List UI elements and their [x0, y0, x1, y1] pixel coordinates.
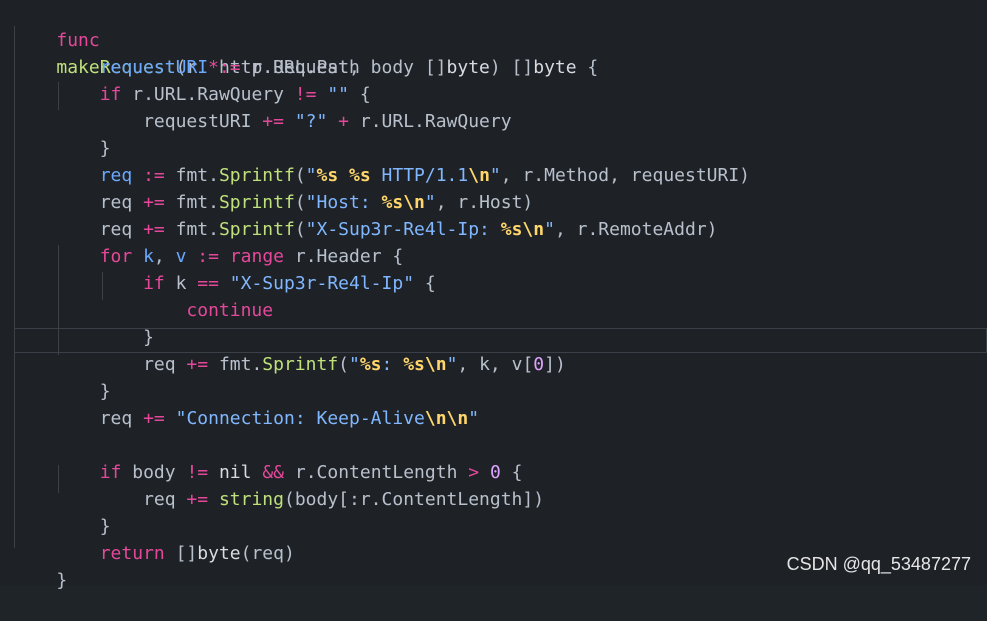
code-line[interactable]: }	[13, 351, 111, 402]
token: +=	[262, 111, 284, 132]
code-line[interactable]: req += fmt.Sprintf("Host: %s\n", r.Host)	[13, 162, 534, 213]
token: +=	[186, 354, 209, 375]
code-line[interactable]: req := fmt.Sprintf("%s %s HTTP/1.1\n", r…	[13, 135, 750, 186]
token: (	[338, 354, 349, 375]
token: "Connection: Keep-Alive	[175, 408, 425, 429]
token: "	[544, 219, 555, 240]
code-editor[interactable]: func makeRequest(r *http.Request, body […	[0, 0, 987, 591]
token: 0	[533, 354, 545, 375]
code-line[interactable]: req += string(body[:r.ContentLength])	[13, 459, 544, 510]
token: r.URL.RawQuery	[349, 111, 512, 132]
token: }	[56, 570, 68, 591]
token: , r.RemoteAddr)	[554, 219, 718, 240]
token: requestURI	[143, 111, 263, 132]
code-line[interactable]: req += fmt.Sprintf("X-Sup3r-Re4l-Ip: %s\…	[13, 189, 718, 240]
code-line[interactable]: req += fmt.Sprintf("%s: %s\n", k, v[0])	[13, 324, 566, 375]
code-line[interactable]: continue	[13, 270, 273, 321]
token: "	[446, 354, 458, 375]
code-line[interactable]: }	[13, 540, 67, 591]
watermark: CSDN @qq_53487277	[786, 554, 971, 574]
code-line[interactable]: for k, v := range r.Header {	[13, 216, 404, 267]
token: "	[468, 408, 480, 429]
token: +=	[143, 408, 165, 429]
token: \n\n	[424, 408, 469, 429]
token: fmt.	[208, 354, 263, 375]
token: req	[143, 489, 187, 510]
token: +=	[186, 489, 209, 510]
code-line[interactable]: requestURI += "?" + r.URL.RawQuery	[13, 81, 512, 132]
code-line[interactable]: }	[13, 486, 111, 537]
code-line[interactable]: if k == "X-Sup3r-Re4l-Ip" {	[13, 243, 436, 294]
token: , r.Method, requestURI)	[500, 165, 751, 186]
code-line[interactable]	[13, 405, 24, 432]
code-line[interactable]: requestURI := r.URL.Path	[13, 27, 360, 78]
token: %s	[359, 354, 382, 375]
token: byte	[446, 57, 490, 78]
token: []	[164, 543, 198, 564]
token: ) []	[489, 57, 534, 78]
token: %s\n	[500, 219, 545, 240]
token: return	[99, 543, 165, 564]
token: {	[576, 57, 599, 78]
code-line[interactable]: }	[13, 297, 154, 348]
token: "?"	[294, 111, 328, 132]
token: %s\n	[403, 354, 447, 375]
token: req	[99, 408, 144, 429]
token: , k, v[	[457, 354, 534, 375]
code-line[interactable]: return []byte(req)	[13, 513, 295, 564]
token: req	[143, 354, 187, 375]
code-line[interactable]: if r.URL.RawQuery != "" {	[13, 54, 371, 105]
token: Sprintf	[262, 354, 339, 375]
token: string	[218, 489, 284, 510]
token: (body[:r.ContentLength])	[283, 489, 545, 510]
token: {	[414, 273, 436, 294]
token: byte	[533, 57, 577, 78]
token: "	[349, 354, 360, 375]
token: +	[338, 111, 350, 132]
code-line[interactable]: if body != nil && r.ContentLength > 0 {	[13, 432, 523, 483]
token: continue	[186, 300, 274, 321]
token: :	[381, 354, 404, 375]
code-line[interactable]: func makeRequest(r *http.Request, body […	[13, 0, 598, 78]
token: ])	[544, 354, 566, 375]
code-line[interactable]: }	[13, 108, 111, 159]
token: byte	[197, 543, 241, 564]
token: (req)	[240, 543, 295, 564]
code-line[interactable]: req += "Connection: Keep-Alive\n\n"	[13, 378, 479, 429]
